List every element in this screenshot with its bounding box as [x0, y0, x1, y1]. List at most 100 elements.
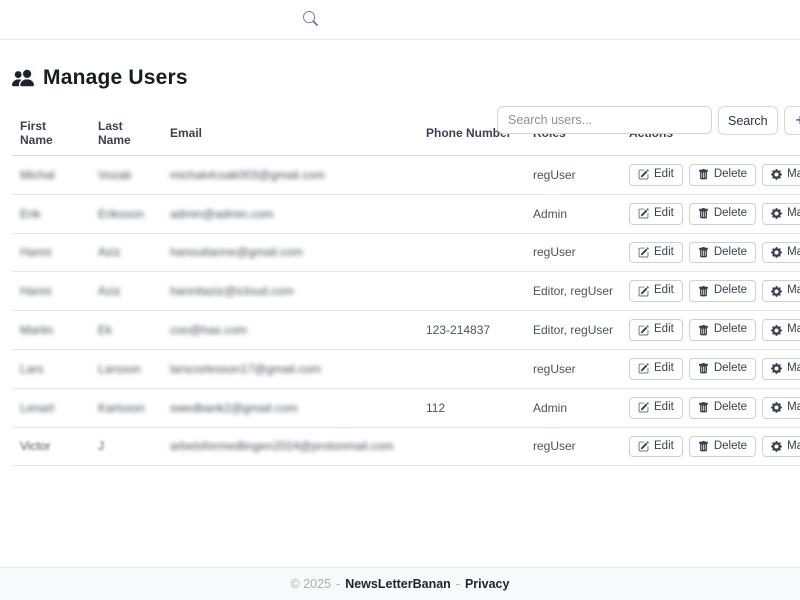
- trash-icon: [698, 208, 709, 219]
- table-row: Erik Eriksson admin@admin.com Admin Edit…: [12, 194, 800, 233]
- trash-icon: [698, 402, 709, 413]
- delete-button[interactable]: Delete: [689, 319, 756, 341]
- pencil-square-icon: [638, 325, 649, 336]
- cell-last-name: Ek: [90, 311, 162, 350]
- delete-button[interactable]: Delete: [689, 242, 756, 264]
- cell-email: hannitaziz@icloud.com: [162, 272, 418, 311]
- gear-icon: [771, 208, 782, 219]
- manage-subscriptions-button[interactable]: Manage Subscriptions: [762, 319, 800, 341]
- table-row: Michal Vozab michalvlcsak003@gmail.com r…: [12, 156, 800, 195]
- pencil-square-icon: [638, 402, 649, 413]
- manage-subscriptions-button[interactable]: Manage Subscriptions: [762, 397, 800, 419]
- row-actions: Edit Delete Manage Subscriptions: [629, 319, 800, 341]
- row-actions: Edit Delete Manage Subscriptions: [629, 358, 800, 380]
- cell-email: admin@admin.com: [162, 194, 418, 233]
- delete-button[interactable]: Delete: [689, 358, 756, 380]
- cell-last-name: Eriksson: [90, 194, 162, 233]
- manage-subscriptions-button[interactable]: Manage Subscriptions: [762, 242, 800, 264]
- cell-last-name: J: [90, 427, 162, 466]
- trash-icon: [698, 325, 709, 336]
- cell-email: michalvlcsak003@gmail.com: [162, 156, 418, 195]
- gear-icon: [771, 325, 782, 336]
- gear-icon: [771, 286, 782, 297]
- cell-phone: 112: [418, 388, 525, 427]
- cell-roles: Editor, regUser: [525, 311, 621, 350]
- edit-button[interactable]: Edit: [629, 280, 683, 302]
- delete-button[interactable]: Delete: [689, 397, 756, 419]
- col-first-name: First Name: [12, 115, 90, 156]
- footer-separator: -: [336, 577, 340, 591]
- manage-subscriptions-button[interactable]: Manage Subscriptions: [762, 358, 800, 380]
- cell-phone: [418, 427, 525, 466]
- cell-first-name: Martin: [12, 311, 90, 350]
- users-toolbar: Search +: [497, 106, 800, 135]
- edit-button[interactable]: Edit: [629, 436, 683, 458]
- cell-last-name: Aziz: [90, 233, 162, 272]
- pencil-square-icon: [638, 441, 649, 452]
- trash-icon: [698, 247, 709, 258]
- pencil-square-icon: [638, 208, 649, 219]
- delete-button[interactable]: Delete: [689, 280, 756, 302]
- cell-email: coo@hax.com: [162, 311, 418, 350]
- table-row: Hanni Aziz hannitaziz@icloud.com Editor,…: [12, 272, 800, 311]
- cell-phone: [418, 272, 525, 311]
- table-row: Hanni Aziz hanoutianne@gmail.com regUser…: [12, 233, 800, 272]
- cell-phone: [418, 194, 525, 233]
- top-navbar: [0, 0, 800, 40]
- cell-first-name: Hanni: [12, 272, 90, 311]
- footer-separator: -: [456, 577, 460, 591]
- manage-subscriptions-button[interactable]: Manage Subscriptions: [762, 280, 800, 302]
- edit-button[interactable]: Edit: [629, 319, 683, 341]
- main-content: Manage Users Search + First Name Last Na…: [0, 40, 800, 466]
- row-actions: Edit Delete Manage Subscriptions: [629, 397, 800, 419]
- edit-button[interactable]: Edit: [629, 242, 683, 264]
- row-actions: Edit Delete Manage Subscriptions: [629, 436, 800, 458]
- cell-last-name: Karlsson: [90, 388, 162, 427]
- copyright-text: © 2025: [291, 577, 332, 591]
- cell-phone: 123-214837: [418, 311, 525, 350]
- edit-button[interactable]: Edit: [629, 358, 683, 380]
- row-actions: Edit Delete Manage Subscriptions: [629, 242, 800, 264]
- users-table: First Name Last Name Email Phone Number …: [12, 115, 800, 466]
- manage-subscriptions-button[interactable]: Manage Subscriptions: [762, 203, 800, 225]
- cell-roles: Editor, regUser: [525, 272, 621, 311]
- cell-first-name: Victor: [12, 427, 90, 466]
- brand-link[interactable]: NewsLetterBanan: [345, 577, 451, 591]
- row-actions: Edit Delete Manage Subscriptions: [629, 203, 800, 225]
- pencil-square-icon: [638, 247, 649, 258]
- cell-first-name: Erik: [12, 194, 90, 233]
- create-user-button[interactable]: +: [784, 106, 800, 135]
- gear-icon: [771, 169, 782, 180]
- cell-last-name: Larsson: [90, 349, 162, 388]
- privacy-link[interactable]: Privacy: [465, 577, 509, 591]
- people-icon: [12, 67, 34, 89]
- search-button[interactable]: Search: [718, 106, 778, 135]
- edit-button[interactable]: Edit: [629, 397, 683, 419]
- plus-icon: +: [796, 112, 800, 129]
- manage-subscriptions-button[interactable]: Manage Subscriptions: [762, 164, 800, 186]
- cell-first-name: Lars: [12, 349, 90, 388]
- navbar-search-link[interactable]: [303, 11, 318, 26]
- cell-first-name: Lenart: [12, 388, 90, 427]
- delete-button[interactable]: Delete: [689, 164, 756, 186]
- search-input[interactable]: [497, 106, 712, 134]
- cell-roles: regUser: [525, 349, 621, 388]
- cell-roles: Admin: [525, 194, 621, 233]
- delete-button[interactable]: Delete: [689, 203, 756, 225]
- cell-roles: regUser: [525, 233, 621, 272]
- edit-button[interactable]: Edit: [629, 164, 683, 186]
- manage-subscriptions-button[interactable]: Manage Subscriptions: [762, 436, 800, 458]
- delete-button[interactable]: Delete: [689, 436, 756, 458]
- pencil-square-icon: [638, 363, 649, 374]
- cell-phone: [418, 156, 525, 195]
- pencil-square-icon: [638, 169, 649, 180]
- col-email: Email: [162, 115, 418, 156]
- row-actions: Edit Delete Manage Subscriptions: [629, 280, 800, 302]
- cell-last-name: Vozab: [90, 156, 162, 195]
- page-title-text: Manage Users: [43, 66, 188, 90]
- trash-icon: [698, 363, 709, 374]
- table-row: Lenart Karlsson swedbank2@gmail.com 112 …: [12, 388, 800, 427]
- footer: © 2025 - NewsLetterBanan - Privacy: [0, 567, 800, 600]
- edit-button[interactable]: Edit: [629, 203, 683, 225]
- search-icon: [303, 11, 318, 26]
